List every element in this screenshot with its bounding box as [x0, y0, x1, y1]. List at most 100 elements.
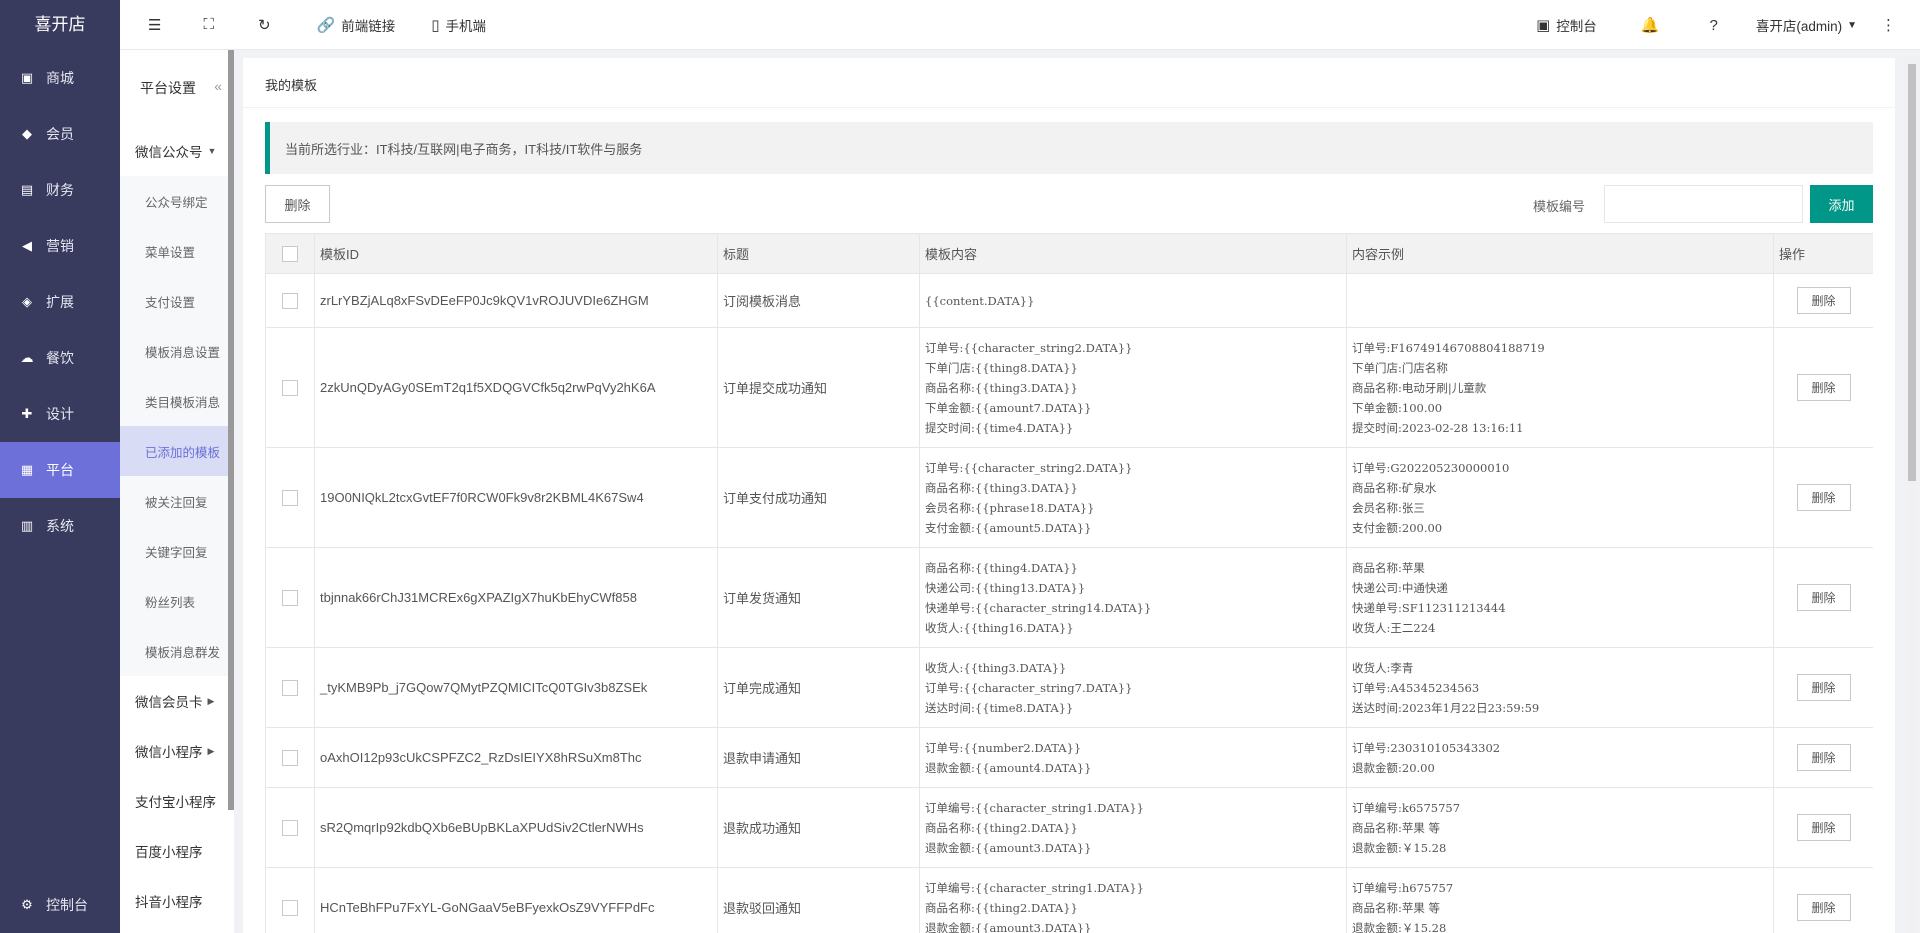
row-checkbox[interactable]: [282, 899, 298, 916]
row-delete-button[interactable]: 删除: [1796, 744, 1851, 771]
sub-nav-group[interactable]: 百度小程序: [120, 826, 234, 876]
sub-nav-group[interactable]: 微信公众号 ▼: [120, 126, 234, 176]
industry-tip: 当前所选行业：IT科技/互联网|电子商务，IT科技/IT软件与服务: [265, 122, 1873, 174]
menu-fold-icon: ☰: [148, 16, 162, 34]
row-checkbox[interactable]: [282, 679, 298, 696]
operation-cell: 删除: [1773, 727, 1873, 788]
page-title: 我的模板: [243, 58, 1895, 108]
template-example-cell: 订单号:G202205230000010 商品名称:矿泉水 会员名称:张三 支付…: [1346, 447, 1774, 548]
main-nav-item[interactable]: ◆ 会员: [0, 106, 120, 162]
mobile-icon: ▯: [431, 16, 440, 34]
sub-nav-group[interactable]: 支付宝小程序: [120, 776, 234, 826]
sub-nav-item[interactable]: 被关注回复: [120, 476, 234, 526]
fullscreen-button[interactable]: ⛶: [187, 0, 236, 50]
sub-nav-group[interactable]: 抖音小程序: [120, 876, 234, 926]
row-delete-button[interactable]: 删除: [1796, 287, 1851, 314]
sub-nav-item[interactable]: 菜单设置: [120, 226, 234, 276]
sub-nav-group-label: 支付宝小程序: [135, 795, 216, 810]
sub-nav-item[interactable]: 支付设置: [120, 276, 234, 326]
main-nav-item-label: 扩展: [46, 294, 74, 310]
help-button[interactable]: ?: [1687, 0, 1745, 50]
select-all-checkbox[interactable]: [282, 245, 298, 262]
row-checkbox[interactable]: [282, 749, 298, 766]
user-name: 喜开店(admin): [1755, 19, 1843, 34]
template-example-cell: 收货人:李青 订单号:A45345234563 送达时间:2023年1月22日2…: [1346, 647, 1774, 728]
sub-nav-item[interactable]: 已添加的模板: [120, 426, 234, 476]
row-delete-button[interactable]: 删除: [1796, 814, 1851, 841]
main-nav-item[interactable]: ▣ 商城: [0, 50, 120, 106]
template-code-input[interactable]: [1604, 185, 1803, 223]
main-nav-console[interactable]: ⚙ 控制台: [0, 877, 120, 933]
row-checkbox[interactable]: [282, 589, 298, 606]
row-checkbox[interactable]: [282, 489, 298, 506]
mobile-button[interactable]: ▯ 手机端: [413, 0, 504, 50]
console-icon: ▣: [1536, 17, 1551, 34]
row-delete-button[interactable]: 删除: [1796, 374, 1851, 401]
page-scrollbar-thumb[interactable]: [1908, 64, 1916, 481]
toggle-menu-button[interactable]: ☰: [120, 0, 187, 50]
row-checkbox[interactable]: [282, 819, 298, 836]
link-icon: 🔗: [316, 16, 336, 34]
sub-nav-item[interactable]: 关键字回复: [120, 526, 234, 576]
main-nav-item[interactable]: ☁ 餐饮: [0, 330, 120, 386]
sub-nav-item[interactable]: 粉丝列表: [120, 576, 234, 626]
main-nav-item[interactable]: ▥ 系统: [0, 498, 120, 554]
sub-nav-group-label: 微信小程序: [135, 745, 203, 760]
sub-nav-group[interactable]: 微信小程序 ▶: [120, 726, 234, 776]
gear-icon: ⚙: [21, 897, 33, 912]
row-delete-button[interactable]: 删除: [1796, 674, 1851, 701]
template-content-cell: 订单号:{{character_string2.DATA}} 商品名称:{{th…: [919, 447, 1347, 548]
add-button[interactable]: 添加: [1810, 185, 1873, 223]
template-id-cell: oAxhOI12p93cUkCSPFZC2_RzDsIEIYX8hRSuXm8T…: [314, 727, 718, 788]
row-select-cell: [265, 447, 315, 548]
finance-icon: ▤: [20, 182, 34, 197]
frontend-link-button[interactable]: 🔗 前端链接: [299, 0, 414, 50]
sub-nav-item[interactable]: 类目模板消息: [120, 376, 234, 426]
row-delete-button[interactable]: 删除: [1796, 484, 1851, 511]
refresh-button[interactable]: ↻: [236, 0, 299, 50]
sub-nav-item[interactable]: 模板消息群发: [120, 626, 234, 676]
notification-button[interactable]: 🔔: [1619, 0, 1688, 50]
sub-nav-item[interactable]: 模板消息设置: [120, 326, 234, 376]
template-id-cell: 19O0NIQkL2tcxGvtEF7f0RCW0Fk9v8r2KBML4K67…: [314, 447, 718, 548]
row-checkbox[interactable]: [282, 292, 298, 309]
template-content-cell: 收货人:{{thing3.DATA}} 订单号:{{character_stri…: [919, 647, 1347, 728]
header-title: 标题: [717, 233, 920, 274]
template-id-cell: _tyKMB9Pb_j7GQow7QMytPZQMICITcQ0TGIv3b8Z…: [314, 647, 718, 728]
table-row: oAxhOI12p93cUkCSPFZC2_RzDsIEIYX8hRSuXm8T…: [265, 727, 1873, 788]
row-select-cell: [265, 727, 315, 788]
user-menu[interactable]: 喜开店(admin) ▼: [1746, 0, 1867, 50]
operation-cell: 删除: [1773, 547, 1873, 648]
batch-delete-button[interactable]: 删除: [265, 185, 330, 223]
template-example-cell: 商品名称:苹果 快递公司:中通快递 快递单号:SF112311213444 收货…: [1346, 547, 1774, 648]
sub-nav-scrollbar[interactable]: [228, 50, 234, 810]
main-nav-item[interactable]: ▤ 财务: [0, 162, 120, 218]
operation-cell: 删除: [1773, 867, 1873, 933]
main-nav-item-label: 系统: [46, 518, 74, 534]
main-nav-item[interactable]: ◀ 营销: [0, 218, 120, 274]
sub-nav-group[interactable]: 微信会员卡 ▶: [120, 676, 234, 726]
page-scrollbar[interactable]: [1906, 58, 1918, 933]
row-delete-button[interactable]: 删除: [1796, 584, 1851, 611]
more-button[interactable]: ⋮: [1867, 0, 1920, 50]
collapse-icon[interactable]: «: [214, 78, 222, 94]
template-title-cell: 退款申请通知: [717, 727, 920, 788]
main-nav-item-label: 财务: [46, 182, 74, 198]
row-checkbox[interactable]: [282, 379, 298, 396]
row-delete-button[interactable]: 删除: [1796, 894, 1851, 921]
row-select-cell: [265, 327, 315, 448]
main-nav-item-label: 餐饮: [46, 350, 74, 366]
table-row: zrLrYBZjALq8xFSvDEeFP0Jc9kQV1vROJUVDIe6Z…: [265, 273, 1873, 328]
caret-down-icon: ▼: [207, 146, 217, 156]
main-nav-item[interactable]: ▦ 平台: [0, 442, 120, 498]
main-nav-item[interactable]: ◈ 扩展: [0, 274, 120, 330]
sub-nav: 平台设置 « 微信公众号 ▼ 公众号绑定 菜单设置 支付设置 模板消息设置 类目模板消息 已添…: [120, 50, 234, 933]
caret-right-icon: ▶: [207, 695, 215, 706]
header-example: 内容示例: [1346, 233, 1774, 274]
operation-cell: 删除: [1773, 787, 1873, 868]
template-title-cell: 订单完成通知: [717, 647, 920, 728]
sub-nav-item[interactable]: 公众号绑定: [120, 176, 234, 226]
main-nav-item[interactable]: ✚ 设计: [0, 386, 120, 442]
row-select-cell: [265, 273, 315, 328]
console-button[interactable]: ▣ 控制台: [1514, 0, 1619, 50]
